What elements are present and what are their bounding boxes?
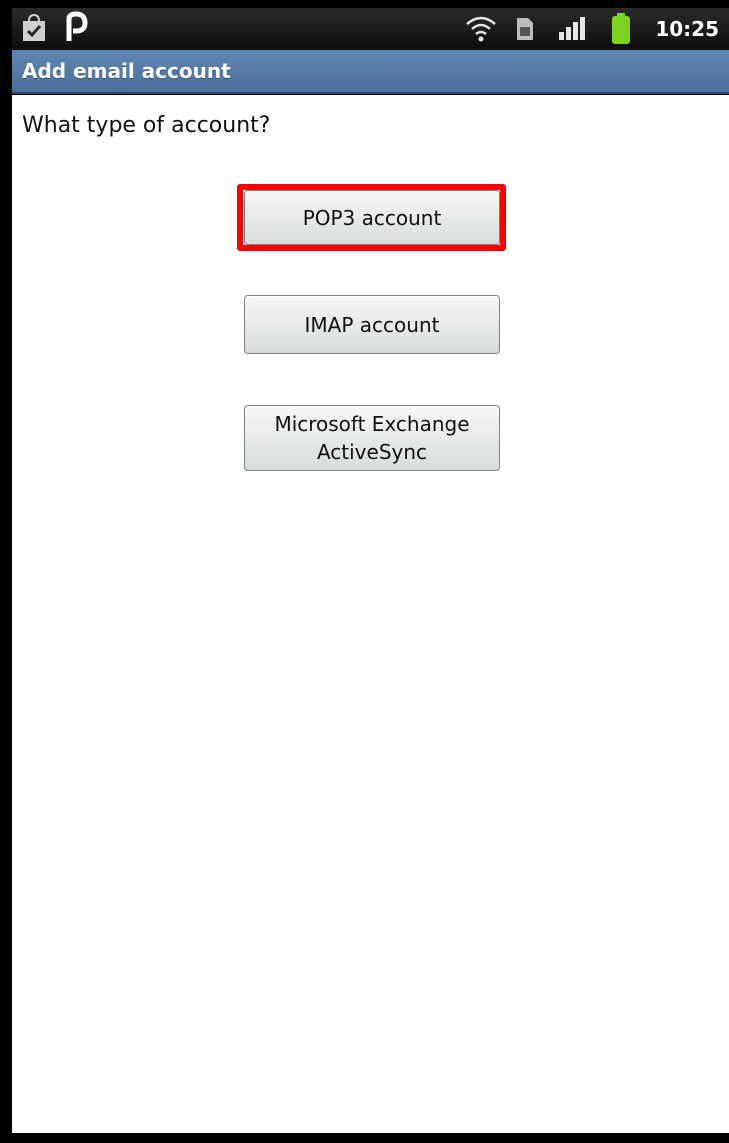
shopping-bag-icon bbox=[20, 13, 48, 47]
title-bar: Add email account bbox=[12, 50, 729, 94]
exchange-activesync-label: Microsoft Exchange ActiveSync bbox=[274, 412, 470, 464]
signal-icon bbox=[557, 8, 589, 50]
sim-icon bbox=[514, 8, 536, 50]
status-bar: 10:25 bbox=[12, 8, 729, 50]
pop3-account-label: POP3 account bbox=[302, 205, 442, 230]
pop3-account-button[interactable]: POP3 account bbox=[244, 190, 500, 245]
status-time: 10:25 bbox=[655, 17, 719, 41]
p-app-icon bbox=[64, 11, 90, 47]
account-type-prompt: What type of account? bbox=[22, 113, 271, 138]
page-title: Add email account bbox=[22, 59, 231, 83]
account-type-screen: What type of account? POP3 account IMAP … bbox=[12, 95, 729, 1133]
wifi-icon bbox=[464, 8, 498, 50]
phone-frame: 10:25 Add email account What type of acc… bbox=[0, 0, 729, 1143]
imap-account-label: IMAP account bbox=[304, 312, 440, 337]
battery-icon bbox=[610, 8, 632, 50]
exchange-activesync-button[interactable]: Microsoft Exchange ActiveSync bbox=[244, 405, 500, 471]
imap-account-button[interactable]: IMAP account bbox=[244, 295, 500, 354]
